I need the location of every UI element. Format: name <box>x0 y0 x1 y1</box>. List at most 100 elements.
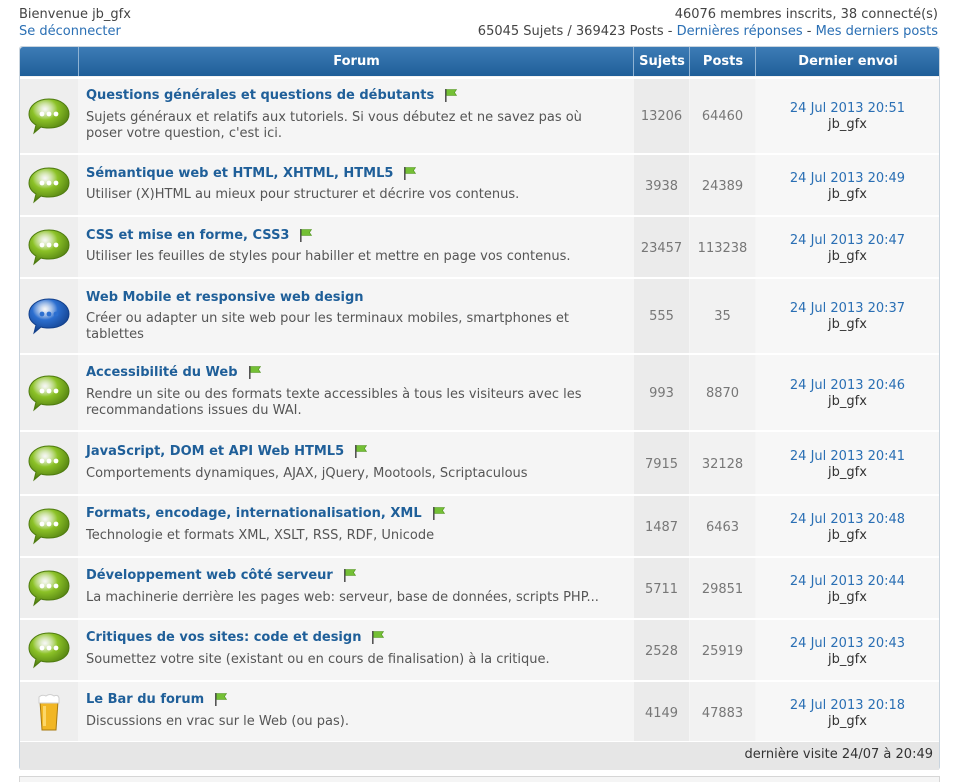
last-post-cell: 24 Jul 2013 20:49 jb_gfx <box>756 155 939 215</box>
top-bar: Bienvenue jb_gfx Se déconnecter 46076 me… <box>0 0 968 46</box>
next-section-edge <box>19 776 940 782</box>
forum-row: Sémantique web et HTML, XHTML, HTML5 Util… <box>20 153 939 215</box>
topics-cell: 7915 <box>634 432 689 494</box>
forum-title: Questions générales et questions de débu… <box>86 88 435 103</box>
forum-description: Créer ou adapter un site web pour les te… <box>86 311 570 342</box>
forum-description: Soumettez votre site (existant ou en cou… <box>86 652 550 667</box>
green-chat-bubble-icon <box>28 568 70 608</box>
last-post-date-link[interactable]: 24 Jul 2013 20:51 <box>756 101 939 116</box>
header-icon-column <box>20 47 78 76</box>
forum-cell: JavaScript, DOM et API Web HTML5 Comporte… <box>79 432 633 494</box>
logout-link[interactable]: Se déconnecter <box>19 24 121 39</box>
new-posts-flag-icon <box>371 630 385 648</box>
header-forum: Forum <box>78 47 634 76</box>
last-post-cell: 24 Jul 2013 20:41 jb_gfx <box>756 432 939 494</box>
forum-row: Questions générales et questions de débu… <box>20 77 939 153</box>
forum-cell: Critiques de vos sites: code et design So… <box>79 620 633 680</box>
forum-title-link[interactable]: Critiques de vos sites: code et design <box>86 630 385 648</box>
posts-count: 6463 <box>705 520 740 535</box>
welcome-text: Bienvenue jb_gfx <box>19 7 131 22</box>
separator: - <box>663 24 677 39</box>
last-post-date-link[interactable]: 24 Jul 2013 20:41 <box>756 449 939 464</box>
new-posts-flag-icon <box>444 88 458 106</box>
new-posts-flag-icon <box>354 444 368 462</box>
forum-description: Utiliser (X)HTML au mieux pour structure… <box>86 187 520 202</box>
last-post-user: jb_gfx <box>828 714 867 729</box>
last-post-date-link[interactable]: 24 Jul 2013 20:37 <box>756 301 939 316</box>
green-chat-bubble-icon <box>28 227 70 267</box>
green-chat-bubble-icon <box>28 165 70 205</box>
forum-title-link[interactable]: Web Mobile et responsive web design <box>86 290 364 305</box>
header-posts: Posts <box>689 47 756 76</box>
posts-count: 64460 <box>701 109 744 124</box>
last-post-cell: 24 Jul 2013 20:46 jb_gfx <box>756 355 939 430</box>
green-chat-bubble-icon <box>28 443 70 483</box>
last-post-date-link[interactable]: 24 Jul 2013 20:18 <box>756 698 939 713</box>
posts-cell: 47883 <box>690 682 755 743</box>
posts-count: 113238 <box>697 241 748 256</box>
row-icon-cell <box>20 79 78 153</box>
last-post-user: jb_gfx <box>828 528 867 543</box>
last-post-date-link[interactable]: 24 Jul 2013 20:44 <box>756 574 939 589</box>
row-icon-cell <box>20 496 78 556</box>
forum-title-link[interactable]: Le Bar du forum <box>86 692 228 710</box>
forum-title-link[interactable]: CSS et mise en forme, CSS3 <box>86 228 313 246</box>
last-post-date-link[interactable]: 24 Jul 2013 20:47 <box>756 233 939 248</box>
topics-cell: 993 <box>634 355 689 430</box>
topics-cell: 2528 <box>634 620 689 680</box>
last-post-user: jb_gfx <box>828 590 867 605</box>
last-post-date-link[interactable]: 24 Jul 2013 20:48 <box>756 512 939 527</box>
forum-title-link[interactable]: Sémantique web et HTML, XHTML, HTML5 <box>86 166 417 184</box>
last-post-user: jb_gfx <box>828 465 867 480</box>
topics-cell: 555 <box>634 279 689 353</box>
forum-title-link[interactable]: Accessibilité du Web <box>86 365 262 383</box>
my-posts-link[interactable]: Mes derniers posts <box>816 24 938 39</box>
last-post-user: jb_gfx <box>828 394 867 409</box>
forum-cell: Accessibilité du Web Rendre un site ou de… <box>79 355 633 430</box>
posts-count: 25919 <box>701 644 744 659</box>
row-icon-cell <box>20 432 78 494</box>
last-post-date-link[interactable]: 24 Jul 2013 20:46 <box>756 378 939 393</box>
post-stats-line: 65045 Sujets / 369423 Posts - Dernières … <box>478 24 938 39</box>
green-chat-bubble-icon <box>28 630 70 670</box>
forum-title-link[interactable]: Questions générales et questions de débu… <box>86 88 458 106</box>
topics-cell: 3938 <box>634 155 689 215</box>
forum-row: Critiques de vos sites: code et design So… <box>20 618 939 680</box>
forum-description: Discussions en vrac sur le Web (ou pas). <box>86 714 349 729</box>
last-post-user: jb_gfx <box>828 317 867 332</box>
forum-row: Web Mobile et responsive web design Créer… <box>20 277 939 353</box>
last-post-date-link[interactable]: 24 Jul 2013 20:49 <box>756 171 939 186</box>
posts-cell: 35 <box>690 279 755 353</box>
row-icon-cell <box>20 279 78 353</box>
forum-description: La machinerie derrière les pages web: se… <box>86 590 599 605</box>
forum-title: CSS et mise en forme, CSS3 <box>86 228 290 243</box>
forum-cell: Web Mobile et responsive web design Créer… <box>79 279 633 353</box>
topics-count: 7915 <box>644 457 679 472</box>
topics-count: 555 <box>649 309 674 324</box>
forum-title-link[interactable]: Formats, encodage, internationalisation,… <box>86 506 446 524</box>
member-stats: 46076 membres inscrits, 38 connecté(s) <box>674 7 938 22</box>
forum-title: Développement web côté serveur <box>86 568 333 583</box>
new-posts-flag-icon <box>403 166 417 184</box>
new-posts-flag-icon <box>248 365 262 383</box>
forum-title: Formats, encodage, internationalisation,… <box>86 506 422 521</box>
latest-replies-link[interactable]: Dernières réponses <box>677 24 803 39</box>
forum-title-link[interactable]: JavaScript, DOM et API Web HTML5 <box>86 444 368 462</box>
posts-cell: 8870 <box>690 355 755 430</box>
new-posts-flag-icon <box>299 228 313 246</box>
posts-count: 47883 <box>701 706 744 721</box>
header-last-post: Dernier envoi <box>755 47 940 76</box>
totals-text: 65045 Sujets / 369423 Posts <box>477 24 664 39</box>
forum-cell: Développement web côté serveur La machine… <box>79 558 633 618</box>
posts-cell: 32128 <box>690 432 755 494</box>
row-icon-cell <box>20 155 78 215</box>
forum-description: Rendre un site ou des formats texte acce… <box>86 387 582 418</box>
last-post-cell: 24 Jul 2013 20:48 jb_gfx <box>756 496 939 556</box>
forum-title: Le Bar du forum <box>86 692 205 707</box>
forum-cell: Questions générales et questions de débu… <box>79 79 633 153</box>
forum-title-link[interactable]: Développement web côté serveur <box>86 568 357 586</box>
forum-title: JavaScript, DOM et API Web HTML5 <box>86 444 345 459</box>
posts-cell: 24389 <box>690 155 755 215</box>
last-post-date-link[interactable]: 24 Jul 2013 20:43 <box>756 636 939 651</box>
forum-description: Technologie et formats XML, XSLT, RSS, R… <box>86 528 435 543</box>
